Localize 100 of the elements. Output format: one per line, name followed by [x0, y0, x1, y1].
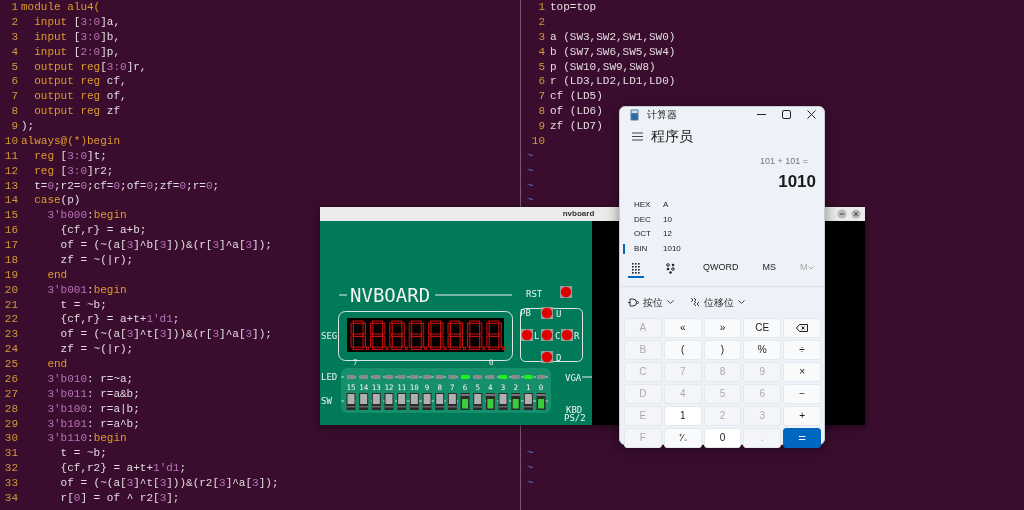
empty-line-marker: ~	[526, 461, 534, 477]
code-line: reg [3:0]r2;	[33, 164, 114, 177]
code-line: output reg cf,	[33, 75, 127, 88]
button-group-outline	[520, 308, 583, 362]
dropdown-button[interactable]: 按位	[624, 294, 678, 310]
toggle-switch[interactable]	[435, 393, 445, 410]
key-button[interactable]: 0	[703, 427, 742, 448]
window-title: nvboard	[562, 208, 595, 220]
line-number: 19	[3, 267, 18, 283]
code-line: {cf,r} = a+b;	[59, 224, 147, 237]
calculator-icon	[630, 108, 639, 121]
equals-button[interactable]: =	[783, 427, 821, 448]
code-line: t=0;r2=0;cf=0;of=0;zf=0;r=0;	[33, 179, 220, 192]
empty-line-marker: ~	[526, 476, 534, 491]
chevron-icon	[667, 300, 674, 305]
code-line: r[0] = of ^ r2[3];	[59, 491, 180, 504]
keypad-tab[interactable]	[628, 260, 644, 278]
segment-label: SEG	[321, 331, 338, 341]
code-line: input [3:0]b,	[33, 30, 121, 43]
toggle-switch[interactable]	[485, 393, 495, 410]
radix-row[interactable]: DEC 10	[620, 212, 824, 228]
toggle-switch[interactable]	[473, 393, 483, 410]
toolbar-button[interactable]: MS	[758, 260, 780, 278]
toggle-switch[interactable]	[409, 393, 419, 410]
key-button[interactable]: »	[703, 317, 742, 338]
toggle-switch[interactable]	[397, 393, 407, 410]
line-number: 21	[3, 297, 18, 313]
toggle-switch[interactable]	[359, 393, 369, 410]
line-number: 30	[3, 431, 18, 447]
key-button[interactable]: +	[783, 405, 821, 426]
line-number: 6	[10, 74, 18, 90]
close-icon[interactable]	[851, 209, 861, 219]
key-button[interactable]: )	[703, 339, 742, 360]
code-line: 3'b110:begin	[46, 432, 127, 445]
toggle-switch[interactable]	[498, 393, 508, 410]
line-number: 3	[10, 29, 18, 45]
line-number: 11	[3, 148, 18, 164]
code-line: t = ~b;	[59, 298, 107, 311]
line-number: 12	[3, 163, 18, 179]
toggle-switch[interactable]	[511, 393, 521, 410]
toggle-switch[interactable]	[523, 393, 533, 410]
backspace-icon	[796, 323, 809, 332]
line-number: 1	[537, 0, 545, 15]
code-line: zf (LD7)	[550, 120, 603, 132]
board-logo: NVBOARD	[350, 284, 431, 306]
radix-row[interactable]: OCT 12	[620, 227, 824, 242]
line-number: 33	[3, 476, 18, 491]
radix-row[interactable]: HEX A	[620, 198, 824, 213]
line-number: 31	[3, 446, 18, 462]
code-line: b (SW7,SW6,SW5,SW4)	[550, 45, 676, 58]
key-button[interactable]: ÷	[783, 339, 821, 360]
key-button[interactable]: «	[663, 317, 702, 338]
button-label: D	[556, 353, 562, 363]
maximize-icon[interactable]	[782, 110, 791, 119]
toggle-switch[interactable]	[536, 393, 546, 410]
line-number: 2	[537, 14, 545, 30]
code-line: zf = ~(|r);	[59, 253, 134, 266]
line-number: 22	[3, 312, 18, 328]
mode-title: 程序员	[651, 127, 693, 146]
key-button[interactable]: %	[743, 339, 782, 360]
line-number: 1	[10, 0, 18, 15]
toggle-switch[interactable]	[460, 393, 470, 410]
backspace-button[interactable]	[783, 317, 821, 338]
code-line: t = ~b;	[59, 447, 107, 460]
line-number: 17	[3, 238, 18, 253]
key-button[interactable]: −	[783, 383, 821, 404]
empty-line-marker: ~	[526, 178, 534, 194]
bit-grid-icon	[666, 262, 675, 274]
button-label: L	[534, 331, 540, 341]
reset-label: RST	[526, 289, 543, 299]
shift-icon	[690, 297, 700, 308]
code-line: end	[46, 358, 68, 370]
code-line: 3'b101: r=a^b;	[46, 417, 140, 430]
toolbar-button[interactable]: QWORD	[699, 260, 743, 278]
close-icon[interactable]	[807, 110, 816, 119]
code-line: output reg of,	[33, 90, 127, 103]
toggle-switch[interactable]	[371, 393, 381, 410]
line-number: 14	[3, 193, 18, 209]
line-number: 7	[537, 89, 545, 105]
toggle-switch[interactable]	[384, 393, 394, 410]
code-line: input [3:0]a,	[33, 15, 121, 28]
key-button[interactable]: 1	[663, 405, 702, 426]
chevron-icon	[738, 300, 745, 305]
dropdown-button[interactable]: 位移位	[686, 294, 749, 310]
key-button[interactable]: (	[663, 339, 702, 360]
line-number: 2	[10, 14, 18, 30]
menu-icon[interactable]	[632, 132, 643, 141]
key-button[interactable]: ⁺∕₋	[663, 427, 702, 448]
toggle-switch[interactable]	[346, 393, 356, 410]
line-number: 28	[3, 401, 18, 417]
toggle-switch[interactable]	[447, 393, 457, 410]
radix-row[interactable]: BIN 1010	[620, 241, 824, 257]
expression-text: 101 + 101 =	[759, 155, 808, 168]
keypad-icon	[632, 262, 640, 274]
toggle-switch[interactable]	[422, 393, 432, 410]
key-button[interactable]: CE	[743, 317, 782, 338]
switch-label: SW	[321, 396, 332, 406]
line-number: 27	[3, 386, 18, 402]
key-button[interactable]: ×	[783, 361, 821, 382]
line-number: 26	[3, 371, 18, 387]
